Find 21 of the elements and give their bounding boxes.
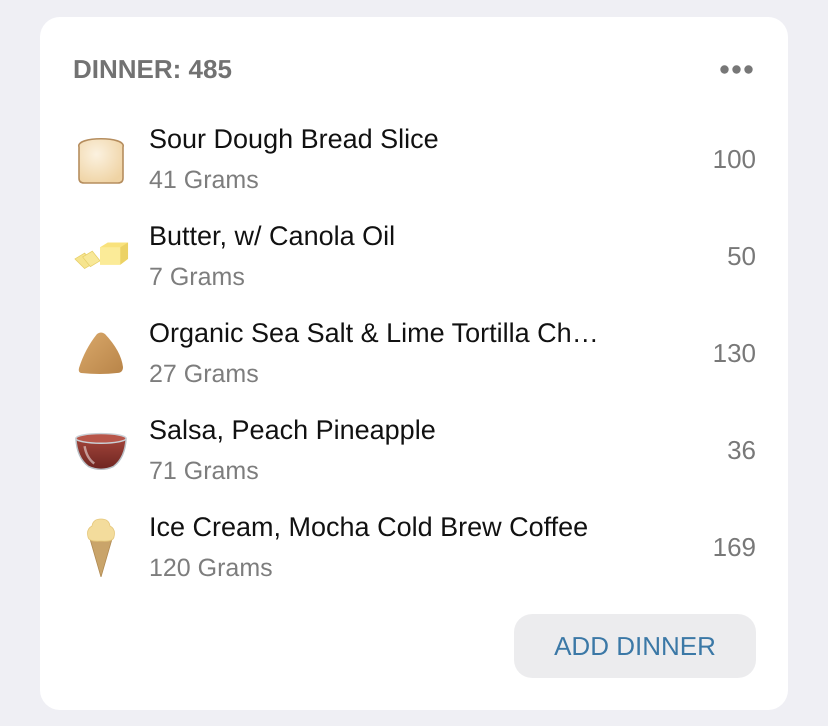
tortilla-chip-icon	[77, 330, 125, 374]
food-amount: 27 Grams	[149, 358, 259, 390]
food-amount: 7 Grams	[149, 262, 245, 292]
food-amount: 41 Grams	[149, 164, 259, 196]
food-amount: 120 Grams	[149, 552, 273, 584]
food-amount: 71 Grams	[149, 456, 259, 486]
calorie-count: 50	[727, 240, 756, 272]
more-options-icon[interactable]	[720, 64, 753, 74]
meal-title: DINNER: 485	[73, 53, 232, 86]
food-name: Salsa, Peach Pineapple	[149, 414, 436, 447]
butter-icon	[73, 240, 129, 270]
calorie-count: 36	[727, 434, 756, 466]
calorie-count: 169	[712, 530, 756, 564]
food-name: Butter, w/ Canola Oil	[149, 220, 396, 252]
calorie-count: 130	[712, 336, 756, 370]
ice-cream-cone-icon	[86, 516, 116, 576]
add-dinner-button[interactable]: ADD DINNER	[514, 614, 756, 678]
calorie-count: 100	[712, 142, 756, 176]
food-name: Ice Cream, Mocha Cold Brew Coffee	[149, 510, 588, 544]
food-name: Sour Dough Bread Slice	[149, 122, 439, 156]
food-name: Organic Sea Salt & Lime Tortilla Ch…	[149, 316, 599, 350]
